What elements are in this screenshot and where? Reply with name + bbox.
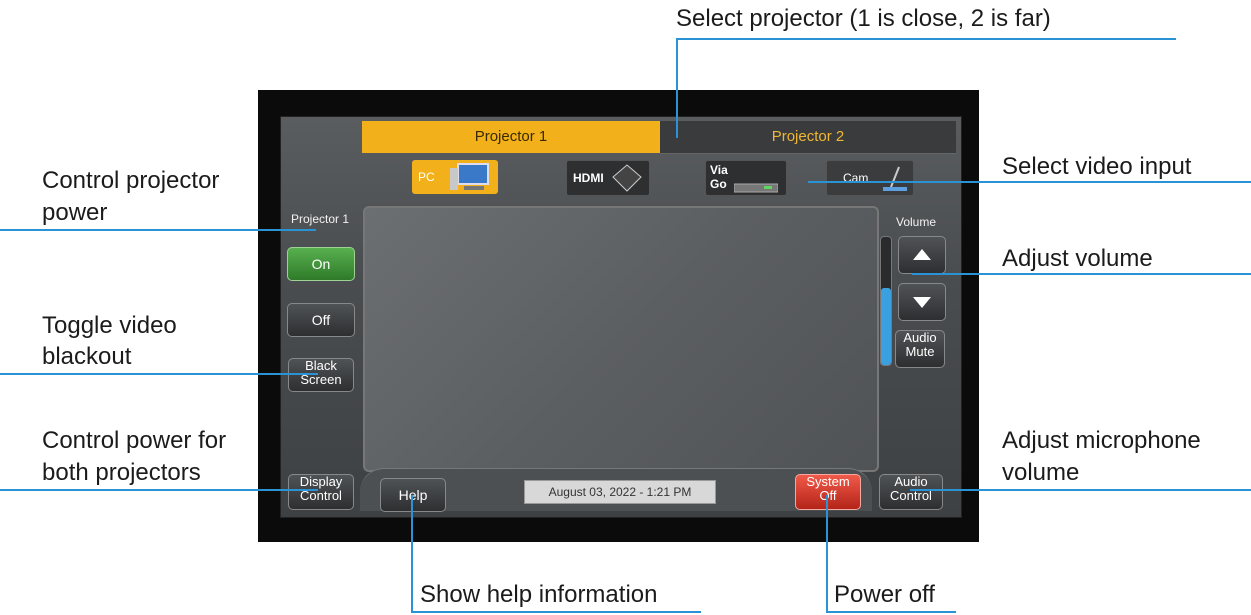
- projector-control-label: Projector 1: [290, 212, 350, 226]
- annotation-both-power-1: Control power for: [42, 427, 227, 454]
- arrow-down-icon: [913, 297, 931, 308]
- display-control-button[interactable]: Display Control: [288, 474, 354, 510]
- audio-control-label-1: Audio: [894, 474, 928, 489]
- annotation-projector-power-1: Control projector: [42, 167, 220, 194]
- source-via-go-button[interactable]: Via Go: [705, 160, 787, 196]
- source-go-label: Go: [710, 177, 727, 191]
- system-off-label-1: System: [806, 474, 850, 489]
- video-preview-area: [363, 206, 879, 472]
- callout-line: [808, 181, 1251, 183]
- volume-label: Volume: [895, 215, 937, 229]
- annotation-both-power-2: both projectors: [42, 459, 201, 486]
- callout-line: [676, 38, 1176, 40]
- display-control-label-1: Display: [299, 474, 343, 489]
- callout-line: [0, 373, 318, 375]
- source-hdmi-label: HDMI: [573, 171, 604, 185]
- audio-control-button[interactable]: Audio Control: [879, 474, 943, 510]
- volume-down-button[interactable]: [898, 283, 946, 321]
- annotation-adjust-volume: Adjust volume: [1002, 245, 1153, 272]
- source-hdmi-button[interactable]: HDMI: [566, 160, 650, 196]
- annotation-mic-volume-1: Adjust microphone: [1002, 427, 1201, 454]
- callout-line: [826, 611, 956, 613]
- volume-level-bar: [880, 236, 892, 366]
- annotation-projector-power-2: power: [42, 199, 108, 226]
- audio-mute-label-2: Mute: [905, 344, 935, 359]
- tab-projector-2[interactable]: Projector 2: [660, 121, 956, 154]
- computer-icon: [450, 163, 489, 190]
- callout-line: [912, 273, 1251, 275]
- black-screen-button[interactable]: Black Screen: [288, 358, 354, 392]
- volume-up-button[interactable]: [898, 236, 946, 274]
- annotation-mic-volume-2: volume: [1002, 459, 1080, 486]
- projector-off-button[interactable]: Off: [287, 303, 355, 337]
- callout-line: [826, 495, 828, 613]
- callout-line: [411, 611, 701, 613]
- source-pc-label: PC: [418, 170, 435, 184]
- audio-mute-button[interactable]: Audio Mute: [895, 330, 945, 368]
- hdmi-connector-icon: [612, 164, 642, 192]
- source-via-label: Via: [710, 163, 728, 177]
- annotation-power-off: Power off: [834, 581, 935, 608]
- projector-on-button[interactable]: On: [287, 247, 355, 281]
- callout-line: [0, 489, 318, 491]
- annotation-video-blackout-2: blackout: [42, 343, 132, 370]
- volume-level-fill: [881, 288, 891, 365]
- annotation-help-info: Show help information: [420, 581, 658, 608]
- source-camera-button[interactable]: Cam: [826, 160, 914, 196]
- arrow-up-icon: [913, 249, 931, 260]
- date-time-display: August 03, 2022 - 1:21 PM: [524, 480, 716, 504]
- system-off-button[interactable]: System Off: [795, 474, 861, 510]
- black-screen-label-1: Black: [305, 358, 337, 373]
- audio-mute-label-1: Audio: [903, 330, 937, 345]
- source-via-go-label: Via Go: [710, 163, 728, 191]
- annotation-video-blackout-1: Toggle video: [42, 312, 177, 339]
- tab-projector-1[interactable]: Projector 1: [362, 121, 660, 153]
- document-camera-icon: [883, 166, 907, 191]
- via-go-device-icon: [734, 183, 778, 193]
- callout-line: [676, 38, 678, 138]
- callout-line: [910, 489, 1251, 491]
- callout-line: [0, 229, 316, 231]
- callout-line: [411, 495, 413, 613]
- source-pc-button[interactable]: PC: [412, 160, 498, 194]
- help-button[interactable]: Help: [380, 478, 446, 512]
- annotation-select-video-input: Select video input: [1002, 153, 1192, 180]
- annotation-select-projector: Select projector (1 is close, 2 is far): [676, 5, 1051, 32]
